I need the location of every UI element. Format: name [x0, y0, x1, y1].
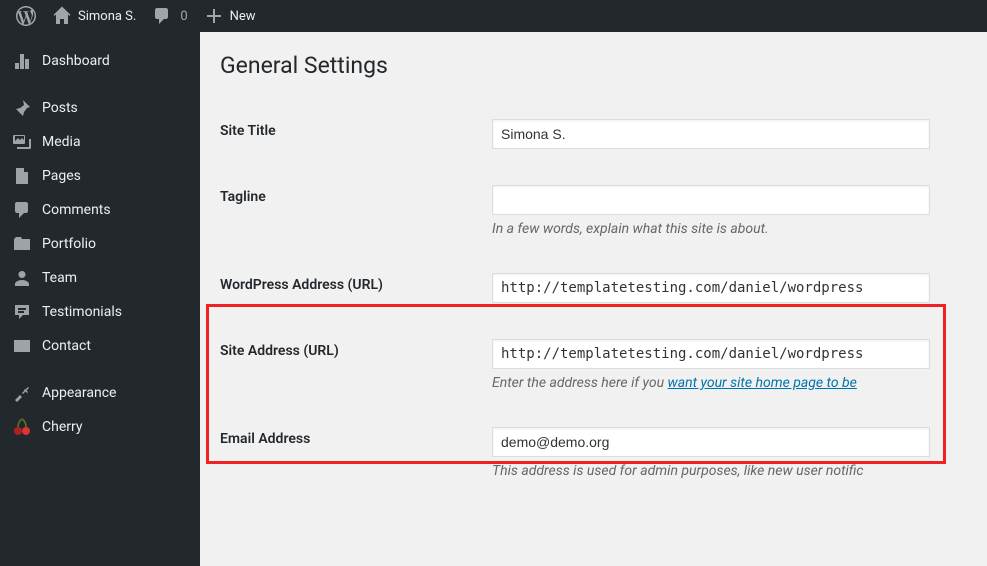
input-site-title[interactable] — [492, 119, 930, 149]
wp-logo-menu[interactable] — [8, 0, 44, 32]
row-email: Email Address This address is used for a… — [220, 409, 967, 497]
sidebar-item-portfolio[interactable]: Portfolio — [0, 227, 200, 261]
sidebar-item-team[interactable]: Team — [0, 261, 200, 295]
sidebar-item-media[interactable]: Media — [0, 125, 200, 159]
label-site-url: Site Address (URL) — [220, 339, 492, 359]
sidebar-item-label: Appearance — [42, 385, 116, 401]
sidebar-item-label: Media — [42, 134, 81, 150]
sidebar-item-dashboard[interactable]: Dashboard — [0, 44, 200, 78]
label-site-title: Site Title — [220, 119, 492, 139]
admin-sidebar: Dashboard Posts Media Pages Comments Portfoli… — [0, 32, 200, 566]
pin-icon — [12, 98, 32, 118]
input-tagline[interactable] — [492, 185, 930, 215]
sidebar-item-label: Pages — [42, 168, 81, 184]
desc-email: This address is used for admin purposes,… — [492, 463, 967, 479]
home-icon — [52, 6, 72, 26]
sidebar-item-label: Team — [42, 270, 77, 286]
sidebar-item-posts[interactable]: Posts — [0, 91, 200, 125]
sidebar-item-label: Dashboard — [42, 53, 110, 69]
row-wp-url: WordPress Address (URL) — [220, 255, 967, 321]
row-tagline: Tagline In a few words, explain what thi… — [220, 167, 967, 255]
link-site-url-help[interactable]: want your site home page to be — [668, 375, 857, 391]
settings-form: Site Title Tagline In a few words, expla… — [220, 101, 967, 497]
new-content-menu[interactable]: New — [196, 0, 264, 32]
menu-separator — [0, 84, 200, 85]
sidebar-item-pages[interactable]: Pages — [0, 159, 200, 193]
desc-tagline: In a few words, explain what this site i… — [492, 221, 967, 237]
testimonial-icon — [12, 302, 32, 322]
sidebar-item-label: Portfolio — [42, 236, 96, 252]
desc-site-url: Enter the address here if you want your … — [492, 375, 967, 391]
comments-menu[interactable]: 0 — [144, 0, 195, 32]
page-title: General Settings — [220, 52, 967, 79]
sidebar-item-appearance[interactable]: Appearance — [0, 376, 200, 410]
team-icon — [12, 268, 32, 288]
label-tagline: Tagline — [220, 185, 492, 205]
appearance-icon — [12, 383, 32, 403]
media-icon — [12, 132, 32, 152]
comment-count: 0 — [180, 9, 187, 24]
plus-icon — [204, 6, 224, 26]
input-email[interactable] — [492, 427, 930, 457]
site-name-menu[interactable]: Simona S. — [44, 0, 144, 32]
comment-icon — [12, 200, 32, 220]
sidebar-item-contact[interactable]: Contact — [0, 329, 200, 363]
row-site-title: Site Title — [220, 101, 967, 167]
sidebar-item-label: Testimonials — [42, 304, 122, 320]
dashboard-icon — [12, 51, 32, 71]
menu-separator — [0, 369, 200, 370]
main-content: General Settings Site Title Tagline In a… — [200, 32, 987, 566]
input-wp-url[interactable] — [492, 273, 930, 303]
admin-toolbar: Simona S. 0 New — [0, 0, 987, 32]
site-name-label: Simona S. — [78, 9, 136, 24]
sidebar-item-label: Comments — [42, 202, 111, 218]
sidebar-item-comments[interactable]: Comments — [0, 193, 200, 227]
sidebar-item-label: Cherry — [42, 419, 82, 435]
portfolio-icon — [12, 234, 32, 254]
label-wp-url: WordPress Address (URL) — [220, 273, 492, 293]
page-icon — [12, 166, 32, 186]
wordpress-logo-icon — [16, 6, 36, 26]
contact-icon — [12, 336, 32, 356]
input-site-url[interactable] — [492, 339, 930, 369]
new-label: New — [230, 9, 256, 24]
sidebar-item-label: Posts — [42, 100, 78, 116]
row-site-url: Site Address (URL) Enter the address her… — [220, 321, 967, 409]
comment-icon — [152, 6, 172, 26]
sidebar-item-testimonials[interactable]: Testimonials — [0, 295, 200, 329]
sidebar-item-cherry[interactable]: Cherry — [0, 410, 200, 444]
label-email: Email Address — [220, 427, 492, 447]
cherry-icon — [12, 417, 32, 437]
sidebar-item-label: Contact — [42, 338, 91, 354]
